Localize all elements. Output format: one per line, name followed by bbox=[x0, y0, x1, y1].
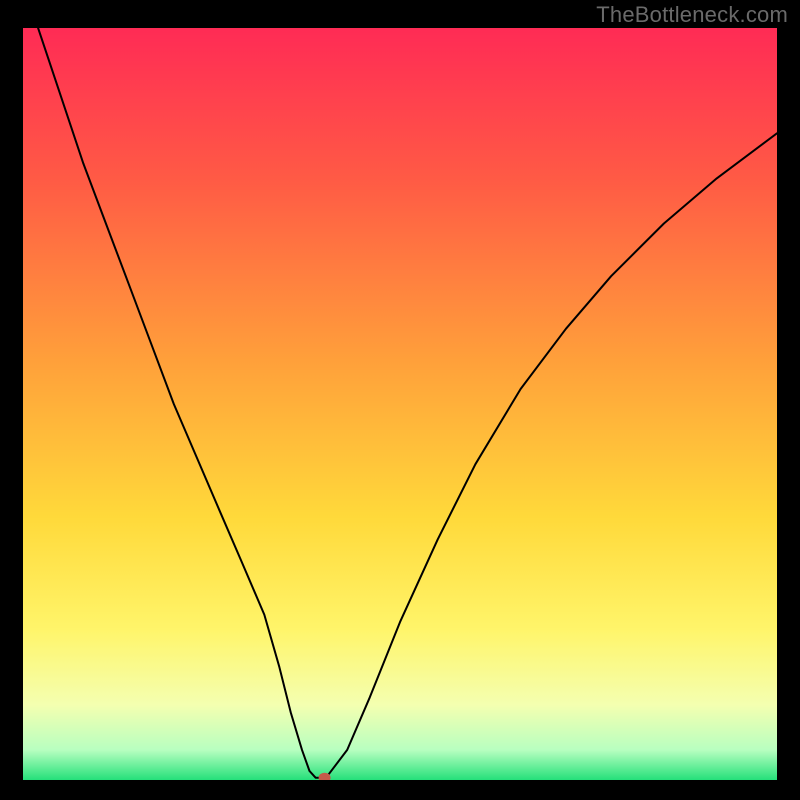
chart-frame: TheBottleneck.com bbox=[0, 0, 800, 800]
bottleneck-chart bbox=[23, 28, 777, 780]
gradient-background bbox=[23, 28, 777, 780]
attribution-text: TheBottleneck.com bbox=[596, 2, 788, 28]
